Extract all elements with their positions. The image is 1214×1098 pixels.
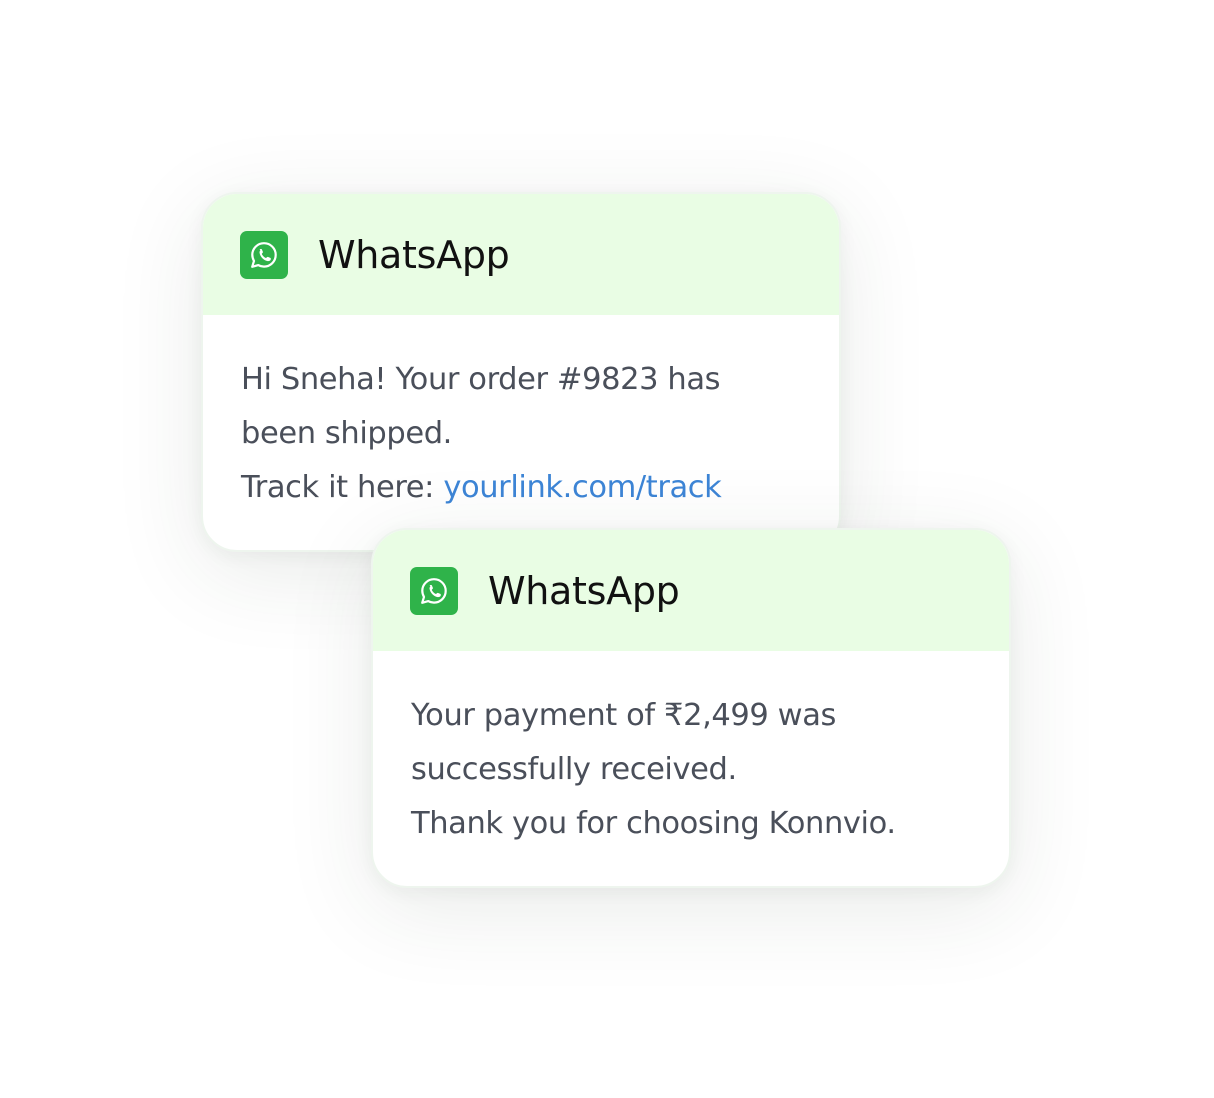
notification-card-order-shipped[interactable]: WhatsApp Hi Sneha! Your order #9823 has … — [201, 192, 841, 552]
notification-canvas: WhatsApp Hi Sneha! Your order #9823 has … — [0, 0, 1214, 1098]
app-name: WhatsApp — [318, 232, 510, 277]
app-name: WhatsApp — [488, 568, 680, 613]
card-header: WhatsApp — [373, 530, 1009, 651]
message-line: successfully received. — [411, 752, 737, 787]
message-line: been shipped. — [241, 416, 452, 451]
card-header: WhatsApp — [203, 194, 839, 315]
message-line: Your payment of ₹2,499 was — [411, 698, 836, 733]
tracking-link[interactable]: yourlink.com/track — [443, 470, 721, 505]
message-line: Hi Sneha! Your order #9823 has — [241, 362, 721, 397]
notification-card-payment-received[interactable]: WhatsApp Your payment of ₹2,499 was succ… — [371, 528, 1011, 888]
message-body: Hi Sneha! Your order #9823 has been ship… — [203, 315, 839, 515]
message-line: Thank you for choosing Konnvio. — [411, 806, 896, 841]
message-line: Track it here: yourlink.com/track — [241, 461, 802, 515]
whatsapp-icon — [410, 566, 458, 615]
message-text: Track it here: — [241, 470, 444, 505]
whatsapp-icon — [240, 230, 288, 279]
message-body: Your payment of ₹2,499 was successfully … — [373, 651, 1009, 851]
